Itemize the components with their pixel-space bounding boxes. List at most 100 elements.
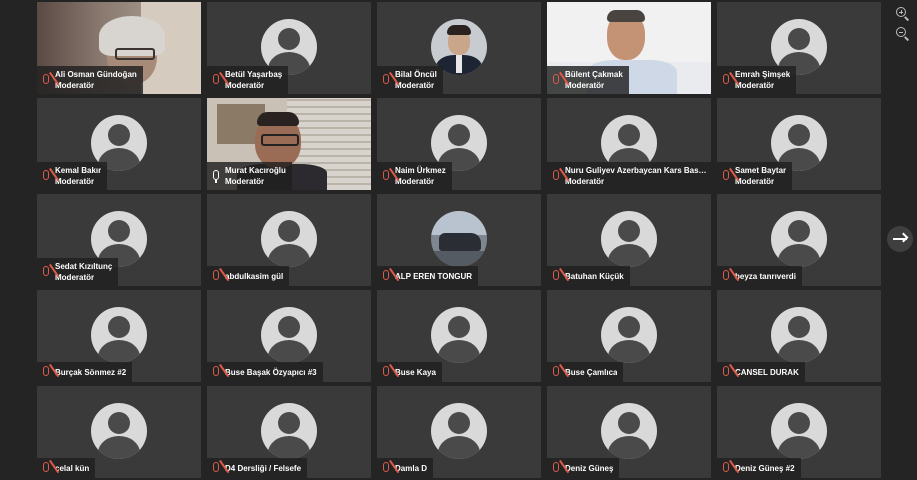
mic-muted-icon [41,365,51,379]
participant-name: ALP EREN TONGUR [395,271,473,281]
participant-name: Betül Yaşarbaş [225,70,283,79]
name-tag: abdulkasim gül [207,266,290,286]
participant-tile[interactable]: Bülent Çakmak Moderatör [547,2,711,94]
participant-tile[interactable]: Buse Kaya [377,290,541,382]
name-tag: Buse Çamlıca [547,362,624,382]
name-tag: beyza tanrıverdi [717,266,802,286]
name-tag: Naim Ürkmez Moderatör [377,162,452,190]
participant-tile[interactable]: beyza tanrıverdi [717,194,881,286]
participant-role: Moderatör [55,81,95,90]
participant-tile[interactable]: Deniz Güneş #2 [717,386,881,478]
participant-tile[interactable]: abdulkasim gül [207,194,371,286]
participant-tile[interactable]: ALP EREN TONGUR [377,194,541,286]
mic-muted-icon [551,365,561,379]
default-avatar-icon [771,307,827,363]
participant-name: Burçak Sönmez #2 [55,367,127,377]
default-avatar-icon [431,403,487,459]
mic-muted-icon [41,461,51,475]
name-tag: Sedat Kızıltunç Moderatör [37,258,119,286]
participant-role: Moderatör [735,177,775,186]
next-page-button[interactable] [887,226,913,252]
name-tag: Betül Yaşarbaş Moderatör [207,66,289,94]
participant-tile[interactable]: Damla D [377,386,541,478]
participant-tile[interactable]: Murat Kacıroğlu Moderatör [207,98,371,190]
participant-name: beyza tanrıverdi [735,271,796,281]
mic-muted-icon [211,365,221,379]
participant-tile[interactable]: Sedat Kızıltunç Moderatör [37,194,201,286]
name-tag: Burçak Sönmez #2 [37,362,133,382]
participant-tile[interactable]: Betül Yaşarbaş Moderatör [207,2,371,94]
name-tag: Ali Osman Gündoğan Moderatör [37,66,143,94]
participant-name: celal kün [55,463,90,473]
participant-role: Moderatör [225,81,265,90]
default-avatar-icon [91,307,147,363]
participant-name: Deniz Güneş #2 [735,463,795,473]
participant-tile[interactable]: Burçak Sönmez #2 [37,290,201,382]
participant-tile[interactable]: Emrah Şimşek Moderatör [717,2,881,94]
name-tag: Deniz Güneş [547,458,620,478]
participant-tile[interactable]: Deniz Güneş [547,386,711,478]
participant-tile[interactable]: Batuhan Küçük [547,194,711,286]
participant-name: Sedat Kızıltunç [55,262,113,271]
participant-name: Emrah Şimşek [735,70,791,79]
participant-tile[interactable]: celal kün [37,386,201,478]
name-tag: Bülent Çakmak Moderatör [547,66,629,94]
mic-muted-icon [721,169,731,183]
mic-muted-icon [41,169,51,183]
default-avatar-icon [261,211,317,267]
participant-name: Buse Kaya [395,367,436,377]
participant-tile[interactable]: Kemal Bakır Moderatör [37,98,201,190]
participant-tile[interactable]: CANSEL DURAK [717,290,881,382]
participant-tile[interactable]: Samet Baytar Moderatör [717,98,881,190]
participant-tile[interactable]: D4 Dersliği / Felsefe [207,386,371,478]
participant-name: Naim Ürkmez [395,166,446,175]
default-avatar-icon [771,403,827,459]
participant-name: Bülent Çakmak [565,70,623,79]
participant-tile[interactable]: Ali Osman Gündoğan Moderatör [37,2,201,94]
default-avatar-icon [601,307,657,363]
zoom-out-button[interactable] [892,23,910,41]
name-tag: Nuru Guliyev Azerbaycan Kars Basko... Mo… [547,162,711,190]
mic-muted-icon [721,365,731,379]
participant-tile[interactable]: Bilal Öncül Moderatör [377,2,541,94]
participant-role: Moderatör [55,177,95,186]
participant-name: D4 Dersliği / Felsefe [225,463,302,473]
participant-name: Buse Başak Özyapıcı #3 [225,367,317,377]
zoom-in-button[interactable] [892,3,910,21]
participant-name: Batuhan Küçük [565,271,624,281]
participant-name: CANSEL DURAK [735,367,799,377]
participant-role: Moderatör [565,177,605,186]
mic-muted-icon [381,461,391,475]
name-tag: Murat Kacıroğlu Moderatör [207,162,292,190]
participant-role: Moderatör [395,81,435,90]
name-tag: Samet Baytar Moderatör [717,162,793,190]
mic-muted-icon [211,73,221,87]
name-tag: Bilal Öncül Moderatör [377,66,443,94]
name-tag: ALP EREN TONGUR [377,266,479,286]
participant-name: Murat Kacıroğlu [225,166,286,175]
participant-tile[interactable]: Buse Çamlıca [547,290,711,382]
mic-icon [211,169,221,183]
name-tag: celal kün [37,458,96,478]
participant-role: Moderatör [565,81,605,90]
participant-name: Kemal Bakır [55,166,102,175]
name-tag: Batuhan Küçük [547,266,630,286]
participant-role: Moderatör [735,81,775,90]
participant-tile[interactable]: Nuru Guliyev Azerbaycan Kars Basko... Mo… [547,98,711,190]
participant-tile[interactable]: Naim Ürkmez Moderatör [377,98,541,190]
participant-name: Nuru Guliyev Azerbaycan Kars Basko... [565,166,707,175]
mic-muted-icon [381,169,391,183]
default-avatar-icon [91,403,147,459]
participant-grid: Ali Osman Gündoğan Moderatör Betül Yaşar… [37,2,882,480]
participant-role: Moderatör [55,273,95,282]
name-tag: Deniz Güneş #2 [717,458,801,478]
participant-tile[interactable]: Buse Başak Özyapıcı #3 [207,290,371,382]
mic-muted-icon [551,73,561,87]
mic-muted-icon [551,461,561,475]
name-tag: Kemal Bakır Moderatör [37,162,108,190]
default-avatar-icon [261,403,317,459]
mic-muted-icon [381,365,391,379]
zoom-out-icon [896,27,906,37]
mic-muted-icon [41,73,51,87]
mic-muted-icon [721,461,731,475]
